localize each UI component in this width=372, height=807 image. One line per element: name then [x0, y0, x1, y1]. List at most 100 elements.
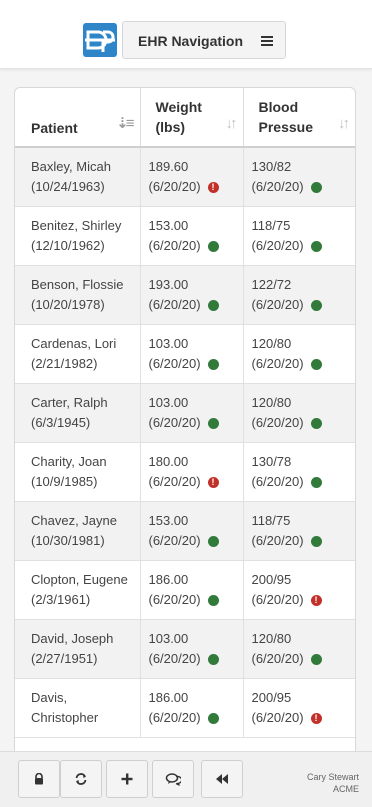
alert-status-icon: ! [310, 712, 322, 724]
bp-date: (6/20/20) [251, 356, 304, 371]
patient-dob: (2/3/1961) [31, 592, 91, 607]
blood-pressure-cell[interactable]: 118/75 (6/20/20) [243, 501, 355, 561]
ok-status-icon [207, 240, 219, 252]
patient-dob: (2/27/1951) [31, 651, 98, 666]
weight-cell[interactable]: 186.00 (6/20/20) [140, 678, 244, 738]
table-row[interactable]: Davis, Christopher 186.00 (6/20/20) 200/95 (… [15, 678, 355, 738]
weight-cell[interactable]: 189.60 (6/20/20)! [140, 147, 244, 207]
patient-dob: (12/10/1962) [31, 238, 105, 253]
ok-status-icon [207, 712, 219, 724]
user-info: Cary Stewart ACME [307, 771, 359, 795]
column-header-blood-pressure[interactable]: Blood Pressue ↓↑ [243, 88, 355, 148]
bp-date: (6/20/20) [251, 533, 304, 548]
weight-cell[interactable]: 193.00 (6/20/20) [140, 265, 244, 325]
weight-value: 180.00 [148, 454, 189, 469]
patient-name: Davis, Christopher [31, 690, 99, 725]
weight-cell[interactable]: 103.00 (6/20/20) [140, 619, 244, 679]
blood-pressure-cell[interactable]: 122/72 (6/20/20) [243, 265, 355, 325]
logo-mark-icon [85, 30, 115, 52]
blood-pressure-cell[interactable]: 130/78 (6/20/20) [243, 442, 355, 502]
ok-status-icon [207, 358, 219, 370]
patient-name: Chavez, Jayne [31, 513, 117, 528]
patient-cell[interactable]: Charity, Joan (10/9/1985) [15, 442, 141, 502]
blood-pressure-cell[interactable]: 200/95 (6/20/20)! [243, 678, 355, 738]
table-row[interactable]: Cardenas, Lori (2/21/1982) 103.00 (6/20/20)… [15, 324, 355, 384]
ok-status-icon [310, 240, 322, 252]
ok-status-icon [310, 535, 322, 547]
patient-cell[interactable]: Clopton, Eugene (2/3/1961) [15, 560, 141, 620]
patient-cell[interactable]: Davis, Christopher [15, 678, 141, 738]
bp-value: 118/75 [251, 218, 291, 233]
patient-dob: (10/20/1978) [31, 297, 105, 312]
table-row[interactable]: Benitez, Shirley (12/10/1962) 153.00 (6/20/… [15, 206, 355, 266]
weight-cell[interactable]: 103.00 (6/20/20) [140, 324, 244, 384]
ehr-navigation-button[interactable]: EHR Navigation [122, 21, 286, 59]
patient-cell[interactable]: Carter, Ralph (6/3/1945) [15, 383, 141, 443]
bp-date: (6/20/20) [251, 297, 304, 312]
ok-status-icon [207, 535, 219, 547]
table-row[interactable]: Chavez, Jayne (10/30/1981) 153.00 (6/20/20)… [15, 501, 355, 561]
patient-cell[interactable]: Benitez, Shirley (12/10/1962) [15, 206, 141, 266]
patient-cell[interactable]: Cardenas, Lori (2/21/1982) [15, 324, 141, 384]
weight-date: (6/20/20) [148, 710, 201, 725]
weight-cell[interactable]: 186.00 (6/20/20) [140, 560, 244, 620]
weight-value: 186.00 [148, 690, 189, 705]
patient-name: Cardenas, Lori [31, 336, 117, 351]
blood-pressure-cell[interactable]: 120/80 (6/20/20) [243, 383, 355, 443]
table-row[interactable]: Baxley, Micah (10/24/1963) 189.60 (6/20/20)… [15, 147, 355, 207]
weight-cell[interactable]: 180.00 (6/20/20)! [140, 442, 244, 502]
patient-name: Clopton, Eugene [31, 572, 128, 587]
bp-value: 200/95 [251, 572, 292, 587]
refresh-button[interactable] [60, 760, 102, 798]
organization-name: ACME [332, 784, 359, 794]
table-row[interactable]: Carter, Ralph (6/3/1945) 103.00 (6/20/20) 12… [15, 383, 355, 443]
patient-name: Charity, Joan [31, 454, 107, 469]
ok-status-icon [207, 417, 219, 429]
refresh-icon [75, 773, 87, 785]
column-header-patient[interactable]: Patient ⇣≡ [15, 88, 141, 148]
weight-cell[interactable]: 153.00 (6/20/20) [140, 501, 244, 561]
patient-dob: (10/30/1981) [31, 533, 105, 548]
table-row[interactable]: Clopton, Eugene (2/3/1961) 186.00 (6/20/20)… [15, 560, 355, 620]
patient-dob: (10/24/1963) [31, 179, 105, 194]
blood-pressure-cell[interactable]: 120/80 (6/20/20) [243, 324, 355, 384]
column-header-weight[interactable]: Weight (lbs) ↓↑ [140, 88, 244, 148]
bp-date: (6/20/20) [251, 179, 304, 194]
blood-pressure-cell[interactable]: 120/80 (6/20/20) [243, 619, 355, 679]
back-button[interactable] [201, 760, 243, 798]
patient-cell[interactable]: Chavez, Jayne (10/30/1981) [15, 501, 141, 561]
weight-date: (6/20/20) [148, 238, 201, 253]
add-button[interactable] [106, 760, 148, 798]
sort-icon[interactable]: ↓↑ [226, 114, 238, 134]
sort-icon[interactable]: ↓↑ [338, 114, 350, 134]
bp-date: (6/20/20) [251, 238, 304, 253]
bp-date: (6/20/20) [251, 710, 304, 725]
patient-cell[interactable]: Baxley, Micah (10/24/1963) [15, 147, 141, 207]
patient-cell[interactable]: David, Joseph (2/27/1951) [15, 619, 141, 679]
patient-cell[interactable]: Benson, Flossie (10/20/1978) [15, 265, 141, 325]
ok-status-icon [207, 594, 219, 606]
weight-value: 189.60 [148, 159, 189, 174]
app-logo[interactable] [83, 23, 117, 57]
ok-status-icon [310, 476, 322, 488]
table-row[interactable]: David, Joseph (2/27/1951) 103.00 (6/20/20) 1… [15, 619, 355, 679]
lock-icon [35, 773, 43, 785]
table-row[interactable]: Charity, Joan (10/9/1985) 180.00 (6/20/20)!… [15, 442, 355, 502]
weight-cell[interactable]: 103.00 (6/20/20) [140, 383, 244, 443]
weight-value: 186.00 [148, 572, 189, 587]
blood-pressure-cell[interactable]: 200/95 (6/20/20)! [243, 560, 355, 620]
rewind-icon [216, 774, 228, 784]
patient-name: Baxley, Micah [31, 159, 111, 174]
weight-cell[interactable]: 153.00 (6/20/20) [140, 206, 244, 266]
blood-pressure-cell[interactable]: 118/75 (6/20/20) [243, 206, 355, 266]
lock-button[interactable] [18, 760, 60, 798]
sort-alpha-icon[interactable]: ⇣≡ [116, 114, 134, 134]
blood-pressure-cell[interactable]: 130/82 (6/20/20) [243, 147, 355, 207]
chat-button[interactable] [152, 760, 194, 798]
table-row[interactable]: Benson, Flossie (10/20/1978) 193.00 (6/20/2… [15, 265, 355, 325]
weight-value: 103.00 [148, 631, 189, 646]
weight-date: (6/20/20) [148, 533, 201, 548]
patient-name: Carter, Ralph [31, 395, 108, 410]
bp-value: 200/95 [251, 690, 292, 705]
weight-value: 103.00 [148, 336, 189, 351]
